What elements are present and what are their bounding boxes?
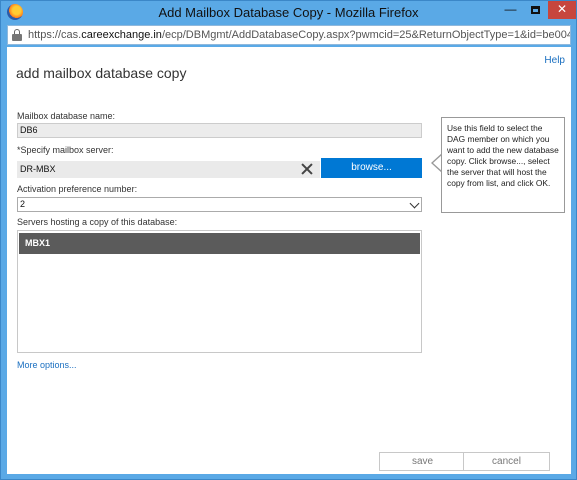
list-item[interactable]: MBX1 — [19, 233, 420, 254]
servers-label: Servers hosting a copy of this database: — [17, 217, 178, 227]
cancel-button[interactable]: cancel — [463, 452, 550, 471]
close-button[interactable]: ✕ — [548, 1, 576, 19]
pref-label: Activation preference number: — [17, 184, 138, 194]
help-tooltip: Use this field to select the DAG member … — [441, 117, 565, 213]
activation-preference-select[interactable]: 2 — [17, 197, 422, 212]
browse-button[interactable]: browse... — [321, 158, 422, 178]
browser-window: Add Mailbox Database Copy - Mozilla Fire… — [0, 0, 577, 480]
title-bar: Add Mailbox Database Copy - Mozilla Fire… — [1, 1, 576, 23]
lock-icon — [12, 29, 22, 41]
maximize-icon — [531, 5, 540, 14]
server-list[interactable]: MBX1 — [17, 230, 422, 353]
page-title: add mailbox database copy — [16, 65, 187, 81]
minimize-button[interactable]: — — [498, 1, 523, 19]
db-name-label: Mailbox database name: — [17, 111, 116, 121]
address-bar[interactable]: https://cas.careexchange.in/ecp/DBMgmt/A… — [7, 25, 571, 45]
server-label: *Specify mailbox server: — [17, 145, 114, 155]
maximize-button[interactable] — [523, 1, 548, 19]
clear-icon[interactable] — [300, 162, 314, 176]
more-options-link[interactable]: More options... — [17, 360, 77, 370]
help-link[interactable]: Help — [544, 55, 565, 66]
url-text: https://cas.careexchange.in/ecp/DBMgmt/A… — [28, 29, 570, 41]
dialog-content: add mailbox database copy Help Mailbox d… — [7, 47, 571, 474]
save-button[interactable]: save — [379, 452, 466, 471]
window-title: Add Mailbox Database Copy - Mozilla Fire… — [158, 5, 419, 20]
db-name-field: DB6 — [17, 123, 422, 138]
server-field[interactable]: DR-MBX — [17, 161, 320, 178]
